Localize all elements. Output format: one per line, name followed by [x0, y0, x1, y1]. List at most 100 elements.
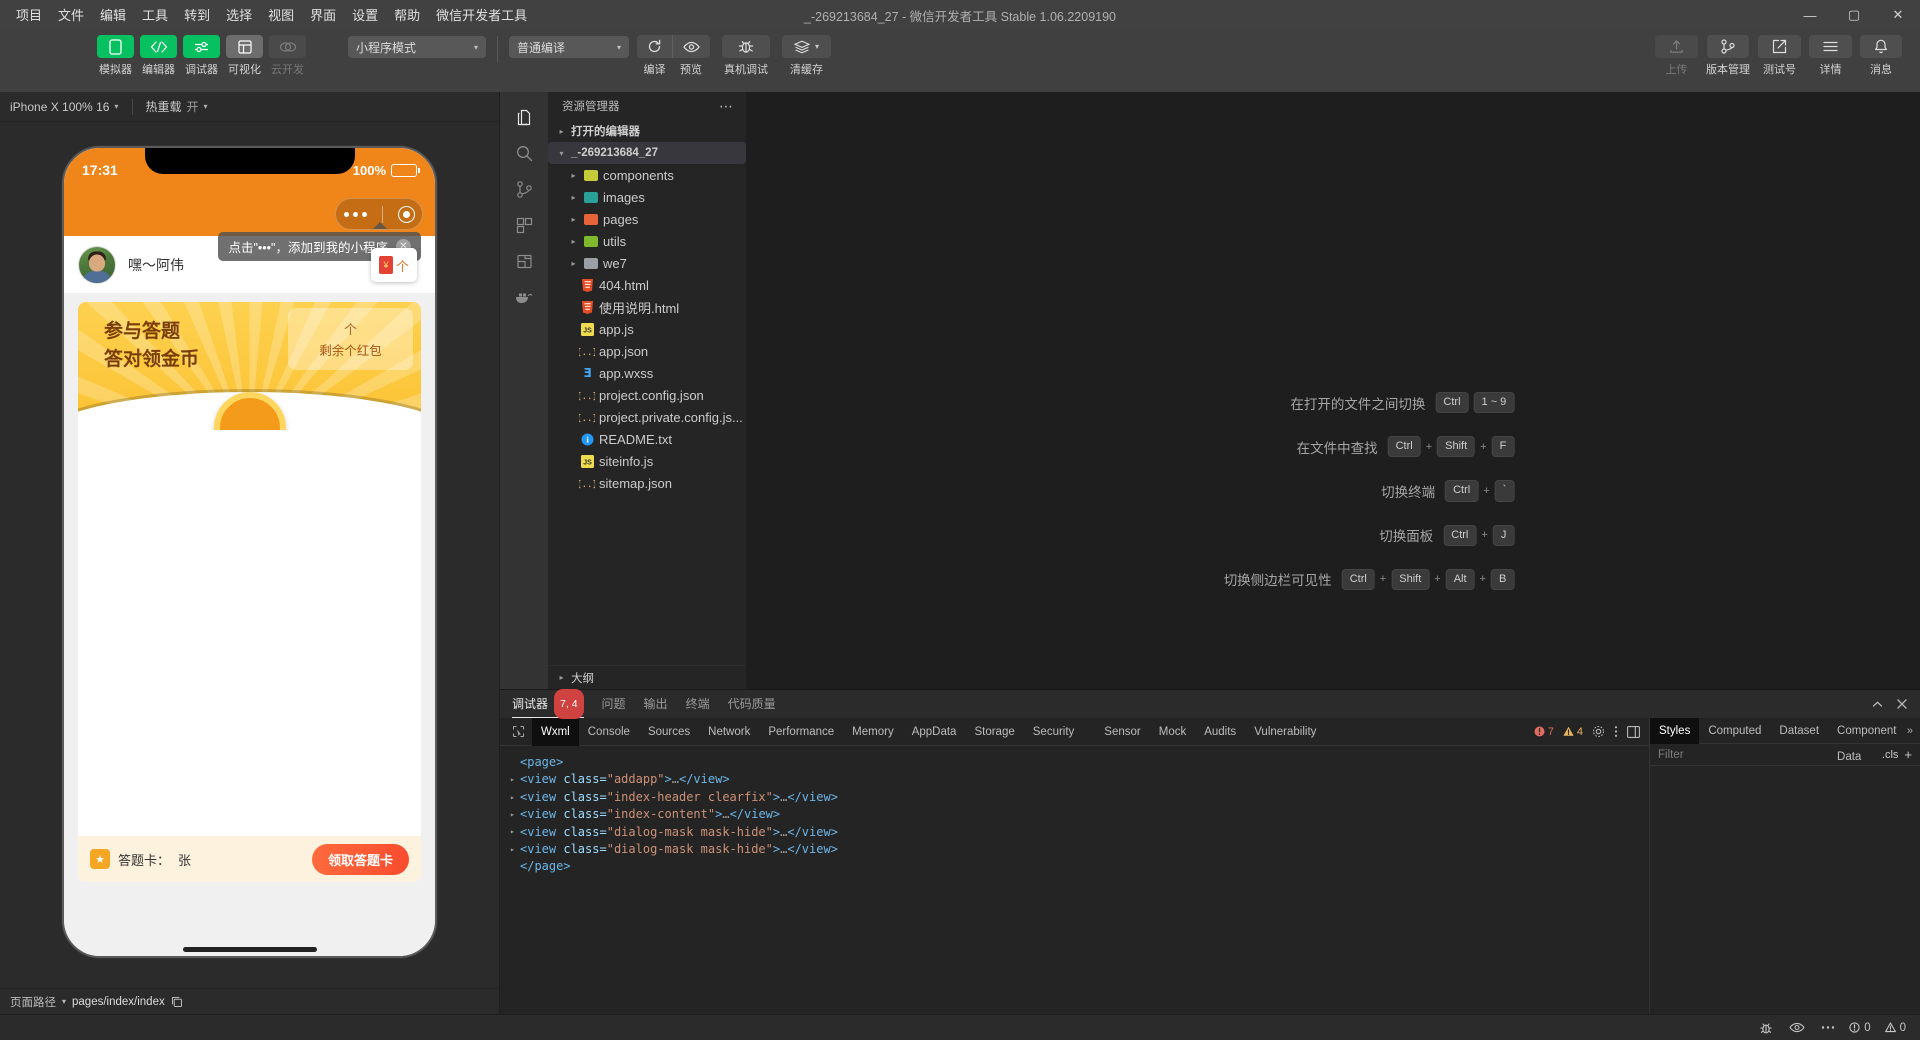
tree-item-project-private-config[interactable]: {..} project.private.config.js...: [548, 406, 746, 428]
action-clear-cache[interactable]: ▾ 清缓存: [782, 35, 832, 77]
menu-item-settings[interactable]: 设置: [344, 5, 386, 26]
toolbar-button-simulator[interactable]: 模拟器: [97, 35, 134, 77]
docker-icon[interactable]: [500, 280, 548, 314]
tree-item-instructions-html[interactable]: 使用说明.html: [548, 296, 746, 318]
sidebar-tab-computed[interactable]: Computed: [1699, 718, 1770, 744]
devtools-tab-security[interactable]: Security: [1024, 718, 1084, 746]
expand-triangle-icon[interactable]: ▸: [510, 809, 520, 821]
dock-icon[interactable]: [1627, 725, 1640, 738]
menu-item-help[interactable]: 帮助: [386, 5, 428, 26]
devtools-tab-appdata[interactable]: AppData: [903, 718, 966, 746]
bug-icon[interactable]: [1759, 1021, 1773, 1035]
error-count[interactable]: 7: [1534, 726, 1554, 738]
panel-tab-terminal[interactable]: 终端: [686, 690, 710, 718]
wxml-line[interactable]: </page>: [510, 858, 1639, 875]
layout-icon[interactable]: [500, 244, 548, 278]
menu-item-project[interactable]: 项目: [8, 5, 50, 26]
menu-item-select[interactable]: 选择: [218, 5, 260, 26]
devtools-tab-sensor[interactable]: Sensor: [1095, 718, 1149, 746]
expand-triangle-icon[interactable]: ▸: [510, 844, 520, 856]
devtools-tab-performance[interactable]: Performance: [759, 718, 843, 746]
menu-item-interface[interactable]: 界面: [302, 5, 344, 26]
action-version-management[interactable]: 版本管理: [1706, 35, 1750, 77]
action-details[interactable]: 详情: [1809, 35, 1852, 77]
action-compile[interactable]: 编译: [637, 35, 672, 77]
compile-select[interactable]: 普通编译 ▾: [509, 36, 629, 58]
warning-count[interactable]: 4: [1563, 726, 1583, 738]
tree-item-readme-txt[interactable]: i README.txt: [548, 428, 746, 450]
sidebar-tab-styles[interactable]: Styles: [1650, 717, 1700, 744]
wxml-line[interactable]: ▸ <view class= "dialog-mask mask-hide" >… </…: [510, 824, 1639, 841]
expand-triangle-icon[interactable]: ▸: [510, 792, 520, 804]
toolbar-button-cloud[interactable]: 云开发: [269, 35, 306, 77]
gear-icon[interactable]: [1592, 725, 1605, 738]
close-button[interactable]: ✕: [1876, 0, 1920, 30]
files-icon[interactable]: [500, 100, 548, 134]
add-rule-button[interactable]: +: [1904, 747, 1912, 762]
panel-tab-debugger[interactable]: 调试器 7, 4: [512, 688, 584, 719]
panel-tab-output[interactable]: 输出: [644, 690, 668, 718]
more-vertical-icon[interactable]: [1614, 725, 1618, 738]
chevron-up-icon[interactable]: [1871, 698, 1884, 711]
menu-item-devtools[interactable]: 微信开发者工具: [428, 5, 535, 26]
devtools-tab-storage[interactable]: Storage: [965, 718, 1023, 746]
cls-button[interactable]: .cls: [1882, 749, 1899, 761]
devtools-tab-wxml[interactable]: Wxml: [532, 717, 579, 746]
tree-item-app-json[interactable]: {..} app.json: [548, 340, 746, 362]
git-branch-icon[interactable]: [500, 172, 548, 206]
action-test-account[interactable]: 测试号: [1758, 35, 1801, 77]
toolbar-button-debugger[interactable]: 调试器: [183, 35, 220, 77]
tree-item-we7[interactable]: ▸ we7: [548, 252, 746, 274]
tree-item-utils[interactable]: ▸ utils: [548, 230, 746, 252]
hot-reload-select[interactable]: 热重载 开 ▾: [145, 98, 217, 115]
device-select[interactable]: iPhone X 100% 16 ▾: [10, 100, 128, 114]
action-real-device-debug[interactable]: 真机调试: [722, 35, 770, 77]
menu-item-edit[interactable]: 编辑: [92, 5, 134, 26]
sidebar-tab-component-data[interactable]: Component Data: [1828, 718, 1907, 763]
more-icon[interactable]: [1821, 1025, 1835, 1030]
toolbar-button-visual[interactable]: 可视化: [226, 35, 263, 77]
close-icon[interactable]: [1896, 698, 1908, 710]
devtools-tab-console[interactable]: Console: [579, 718, 639, 746]
wxml-line[interactable]: ▸ <view class= "addapp" >… </view>: [510, 771, 1639, 788]
explorer-section-open-editors[interactable]: ▸ 打开的编辑器: [548, 120, 746, 142]
tree-item-pages[interactable]: ▸ pages: [548, 208, 746, 230]
close-circle-icon[interactable]: [397, 205, 415, 223]
maximize-button[interactable]: ▢: [1832, 0, 1876, 30]
menu-item-file[interactable]: 文件: [50, 5, 92, 26]
action-preview[interactable]: 预览: [672, 35, 710, 77]
copy-icon[interactable]: [171, 996, 183, 1008]
extensions-icon[interactable]: [500, 208, 548, 242]
tree-item-components[interactable]: ▸ components: [548, 164, 746, 186]
tree-item-project-config-json[interactable]: {..} project.config.json: [548, 384, 746, 406]
chevron-double-right-icon[interactable]: »: [1907, 725, 1920, 737]
devtools-tab-network[interactable]: Network: [699, 718, 759, 746]
explorer-outline-section[interactable]: ▸ 大纲: [548, 665, 746, 689]
devtools-tab-memory[interactable]: Memory: [843, 718, 903, 746]
claim-answer-card-button[interactable]: 领取答题卡: [311, 843, 409, 875]
tree-item-app-js[interactable]: JS app.js: [548, 318, 746, 340]
status-warning-count[interactable]: 0: [1884, 1022, 1906, 1034]
tree-item-app-wxss[interactable]: Ǝ app.wxss: [548, 362, 746, 384]
explorer-section-project[interactable]: ▾ _-269213684_27: [548, 142, 746, 164]
more-icon[interactable]: ⋯: [719, 98, 734, 115]
sidebar-tab-dataset[interactable]: Dataset: [1770, 718, 1828, 744]
wxml-line[interactable]: ▸ <view class= "index-header clearfix" >… </…: [510, 789, 1639, 806]
more-icon[interactable]: [343, 211, 367, 217]
toolbar-button-editor[interactable]: 编辑器: [140, 35, 177, 77]
filter-input[interactable]: Filter: [1658, 749, 1684, 761]
tree-item-404-html[interactable]: 404.html: [548, 274, 746, 296]
minimize-button[interactable]: —: [1788, 0, 1832, 30]
devtools-tab-audits[interactable]: Audits: [1195, 718, 1245, 746]
search-icon[interactable]: [500, 136, 548, 170]
wxml-line[interactable]: <page>: [510, 754, 1639, 771]
action-messages[interactable]: 消息: [1860, 35, 1902, 77]
menu-item-tools[interactable]: 工具: [134, 5, 176, 26]
status-error-count[interactable]: 0: [1849, 1022, 1871, 1034]
eye-icon[interactable]: [1789, 1022, 1805, 1033]
wxml-line[interactable]: ▸ <view class= "dialog-mask mask-hide" >… </…: [510, 841, 1639, 858]
inspect-icon[interactable]: [504, 725, 532, 738]
mode-select[interactable]: 小程序模式 ▾: [348, 36, 486, 58]
tree-item-images[interactable]: ▸ images: [548, 186, 746, 208]
tree-item-siteinfo-js[interactable]: JS siteinfo.js: [548, 450, 746, 472]
